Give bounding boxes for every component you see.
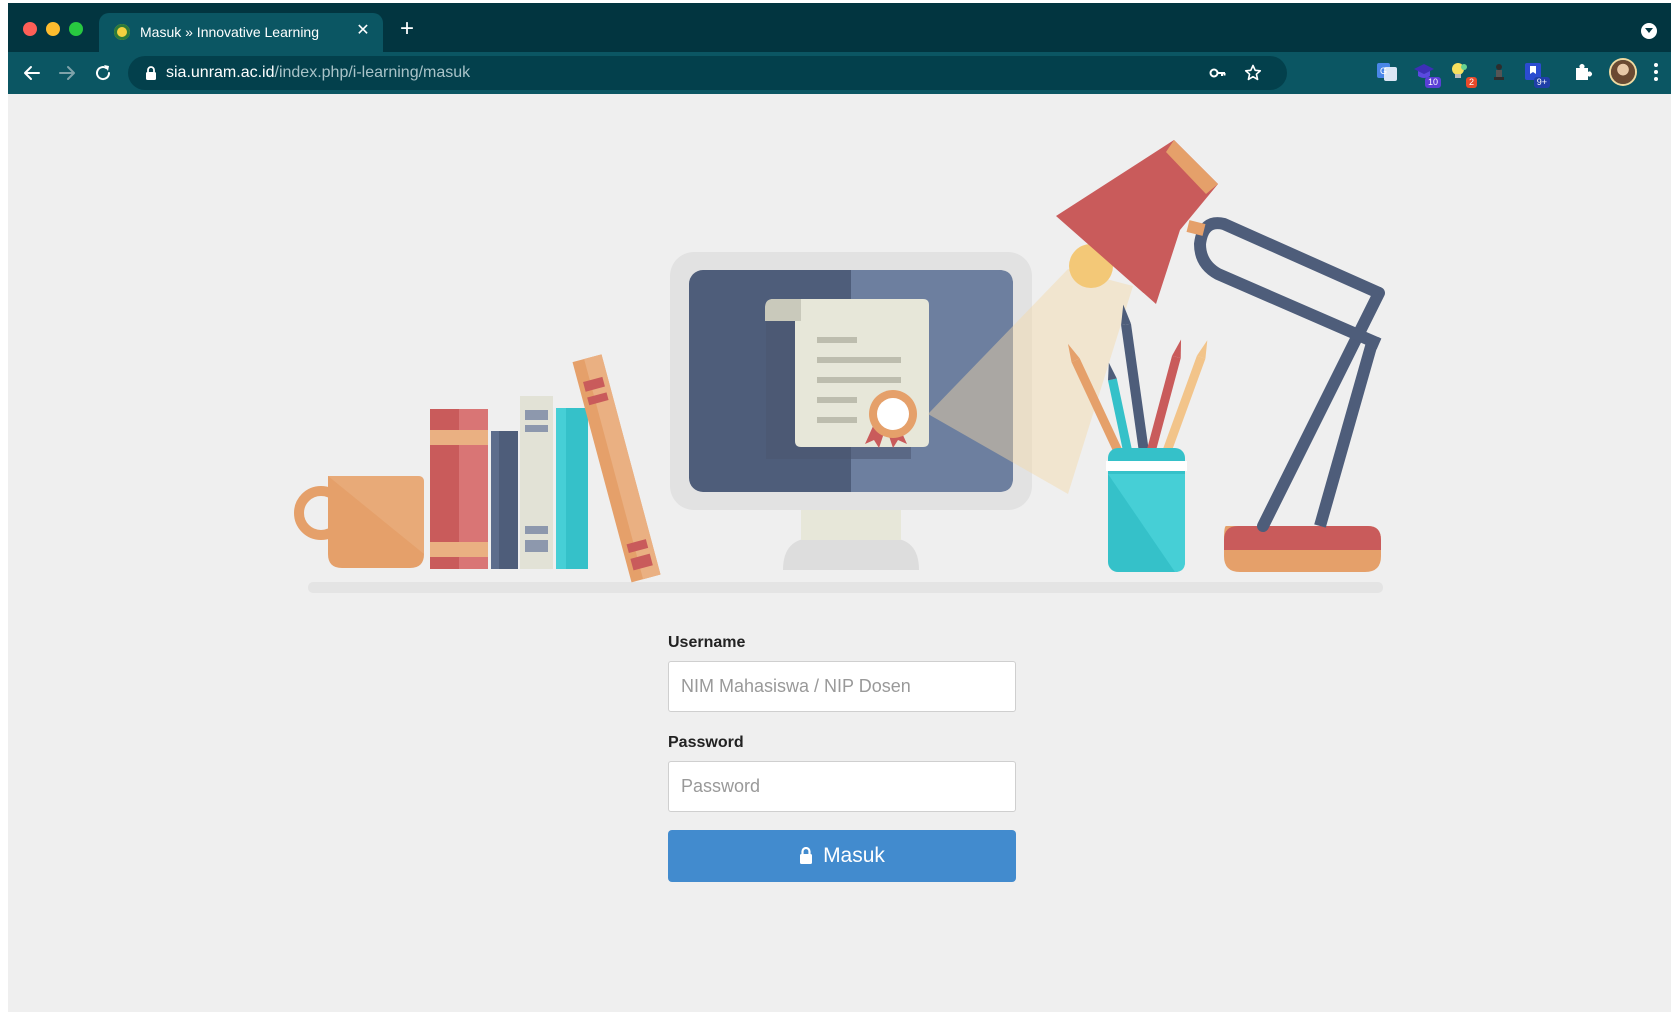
password-input[interactable] — [668, 761, 1016, 812]
url-text: sia.unram.ac.id/index.php/i-learning/mas… — [166, 64, 471, 81]
google-translate-icon[interactable]: G — [1376, 61, 1398, 83]
minimize-window-button[interactable] — [46, 22, 60, 36]
lightbulb-icon[interactable]: 2 — [1449, 61, 1477, 88]
tab-strip: Masuk » Innovative Learning ✕ + — [8, 3, 1671, 52]
chess-piece-icon[interactable] — [1488, 61, 1510, 83]
back-arrow-icon[interactable] — [20, 61, 44, 85]
username-input[interactable] — [668, 661, 1016, 712]
site-favicon-icon — [114, 24, 130, 40]
lock-icon — [800, 846, 813, 864]
forward-arrow-icon[interactable] — [55, 61, 79, 85]
password-label: Password — [668, 734, 744, 751]
extension-badge: 10 — [1424, 77, 1441, 88]
bookmark-icon[interactable]: 9+ — [1522, 61, 1550, 88]
active-tab[interactable]: Masuk » Innovative Learning ✕ — [99, 13, 383, 52]
star-icon[interactable] — [1244, 64, 1262, 82]
address-bar[interactable]: sia.unram.ac.id/index.php/i-learning/mas… — [128, 56, 1287, 90]
new-tab-button[interactable]: + — [396, 17, 418, 41]
books-illustration — [430, 354, 661, 583]
learning-illustration — [294, 140, 1385, 593]
profile-avatar[interactable] — [1611, 60, 1635, 84]
username-label: Username — [668, 634, 746, 651]
browser-toolbar: sia.unram.ac.id/index.php/i-learning/mas… — [8, 52, 1671, 94]
svg-text:G: G — [1380, 66, 1387, 76]
extension-badge: 9+ — [1533, 77, 1550, 88]
maximize-window-button[interactable] — [69, 22, 83, 36]
graduation-cap-icon[interactable]: 10 — [1413, 61, 1441, 88]
close-window-button[interactable] — [23, 22, 37, 36]
page-content: Username Password Masuk — [8, 94, 1671, 1012]
login-button[interactable]: Masuk — [668, 830, 1016, 882]
tab-title: Masuk » Innovative Learning — [140, 24, 319, 40]
extension-badge: 2 — [1465, 77, 1477, 88]
browser-window: Masuk » Innovative Learning ✕ + sia.unra… — [8, 3, 1671, 1012]
tab-close-icon[interactable]: ✕ — [353, 21, 373, 41]
coffee-mug-illustration — [294, 476, 424, 568]
reload-icon[interactable] — [91, 61, 115, 85]
more-menu-icon[interactable] — [1653, 62, 1659, 82]
login-form: Username Password Masuk — [668, 634, 1018, 882]
lock-icon — [146, 66, 156, 80]
extensions-puzzle-icon[interactable] — [1572, 61, 1594, 83]
login-button-label: Masuk — [823, 844, 885, 867]
tab-search-chevron-icon[interactable] — [1641, 23, 1657, 39]
key-icon[interactable] — [1209, 64, 1227, 82]
